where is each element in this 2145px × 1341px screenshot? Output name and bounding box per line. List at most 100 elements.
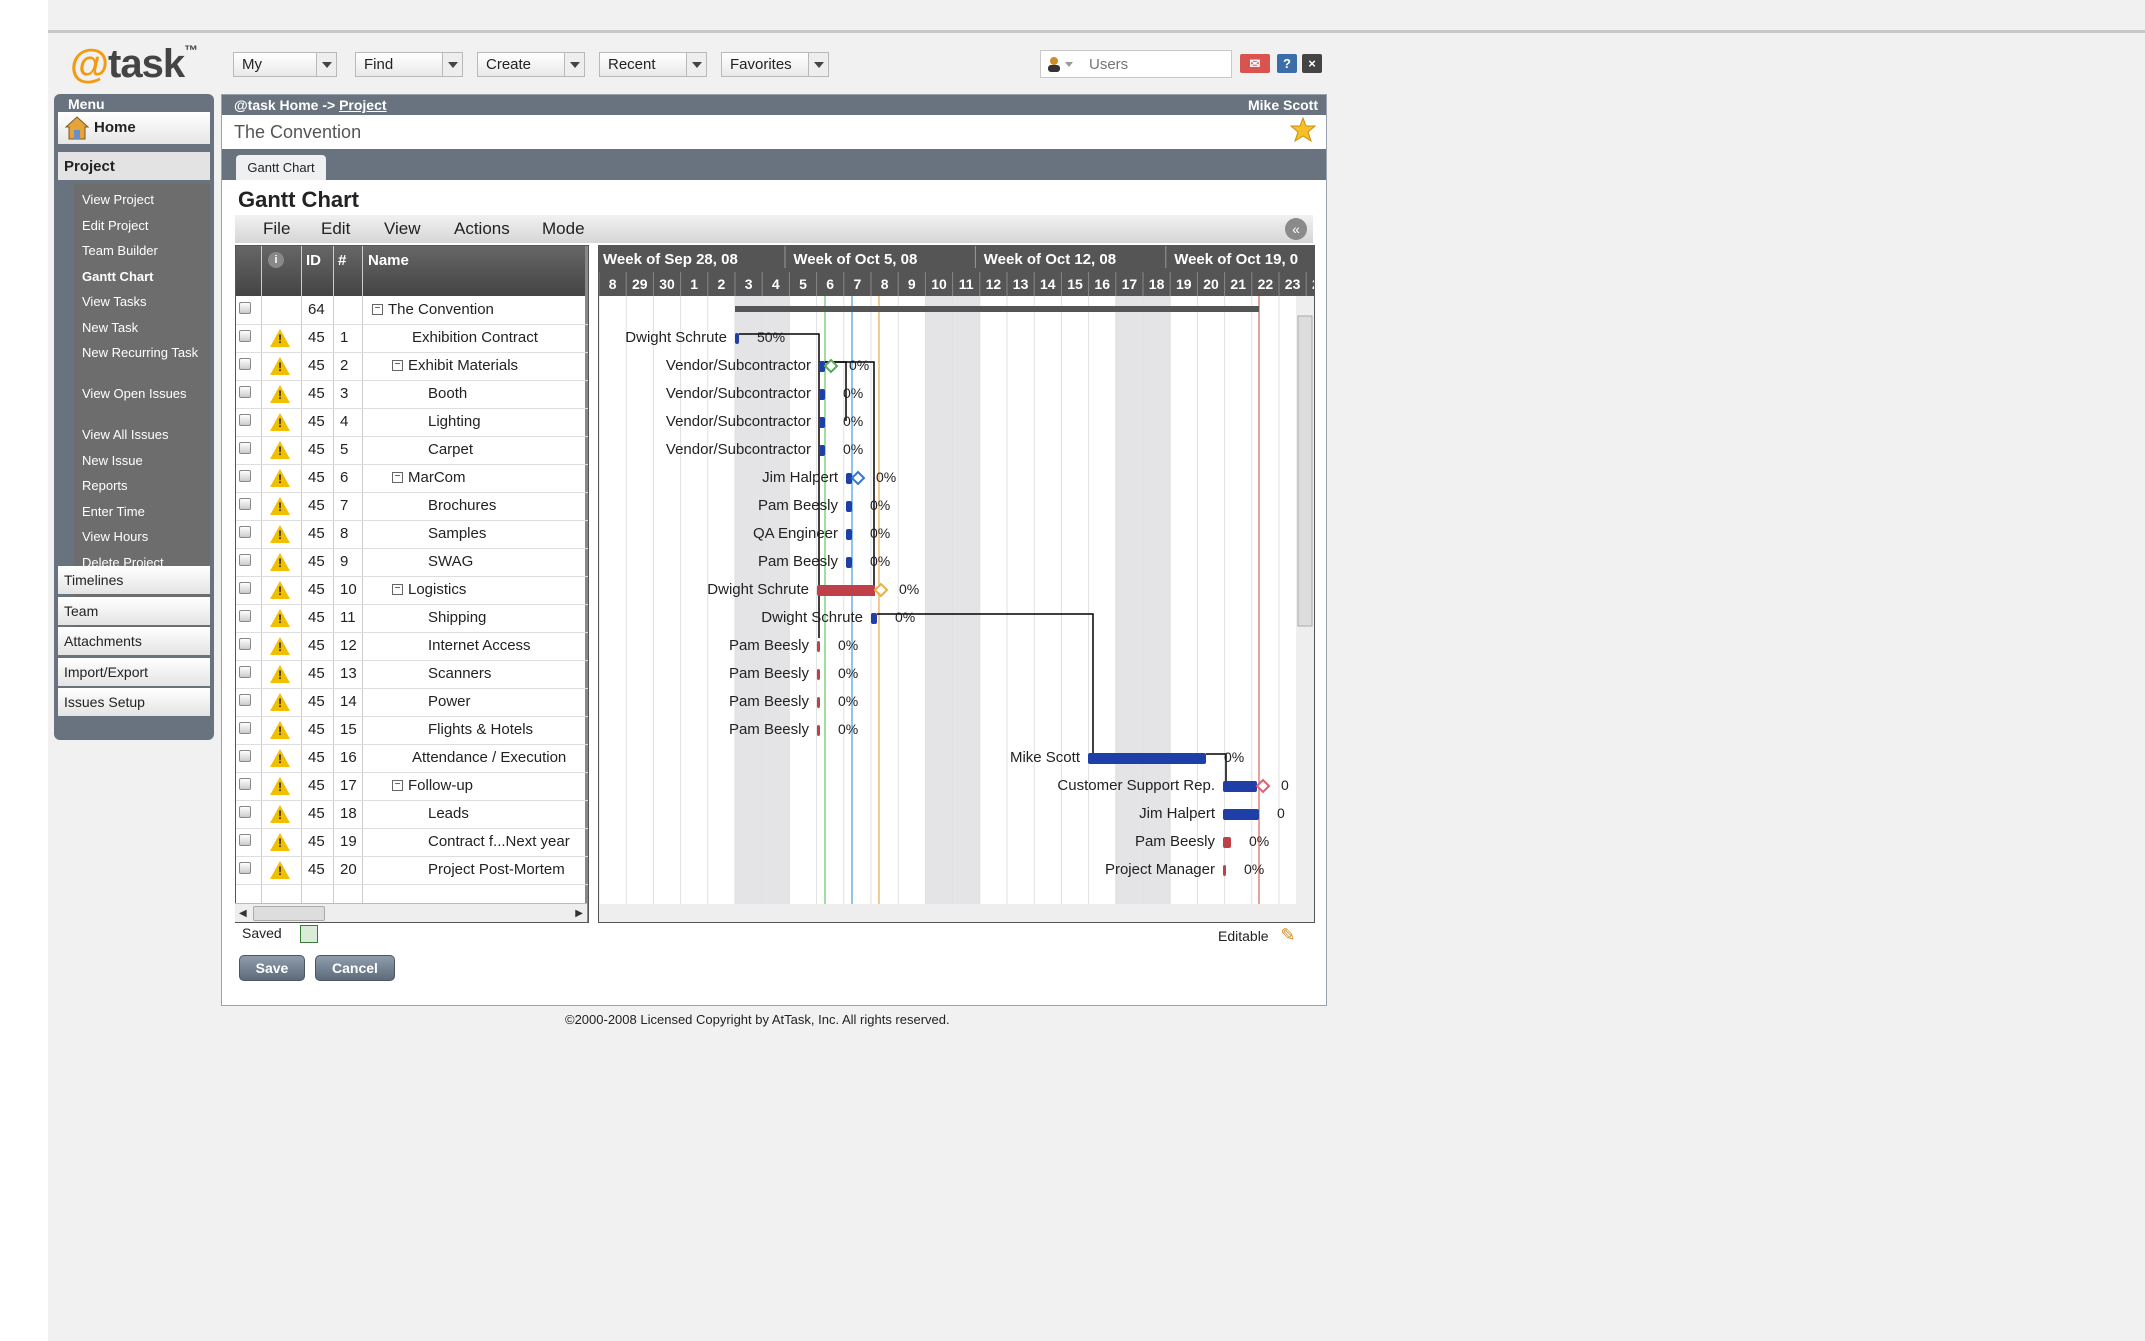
sidebar-section-import-export[interactable]: Import/Export <box>58 657 210 686</box>
warning-icon[interactable] <box>270 805 290 823</box>
grid-horizontal-scrollbar[interactable]: ◀ ▶ <box>235 903 587 922</box>
scroll-thumb[interactable] <box>253 906 325 921</box>
my-dropdown[interactable]: My <box>233 52 337 77</box>
table-row[interactable]: 45 18 Leads <box>236 800 588 829</box>
warning-icon[interactable] <box>270 581 290 599</box>
sidebar-item-enter-time[interactable]: Enter Time <box>82 504 202 519</box>
sidebar-item-view-open-issues[interactable]: View Open Issues <box>82 386 202 401</box>
chevron-down-icon[interactable] <box>808 53 828 76</box>
sidebar-item-new-task[interactable]: New Task <box>82 320 202 335</box>
warning-icon[interactable] <box>270 833 290 851</box>
warning-icon[interactable] <box>270 749 290 767</box>
tab-gantt-chart[interactable]: Gantt Chart <box>236 155 326 180</box>
table-row[interactable]: 45 4 Lighting <box>236 408 588 437</box>
menu-view[interactable]: View <box>384 219 421 239</box>
task-name[interactable]: Scanners <box>428 665 491 682</box>
task-name[interactable]: Carpet <box>428 441 473 458</box>
collapse-icon[interactable]: « <box>1285 218 1307 240</box>
scroll-right-icon[interactable]: ▶ <box>575 908 583 919</box>
task-name[interactable]: Project Post-Mortem <box>428 861 565 878</box>
row-select-checkbox[interactable] <box>239 722 251 734</box>
favorite-star-icon[interactable] <box>1290 117 1316 143</box>
collapse-toggle-icon[interactable]: − <box>392 584 403 595</box>
row-select-checkbox[interactable] <box>239 386 251 398</box>
row-select-checkbox[interactable] <box>239 302 251 314</box>
warning-icon[interactable] <box>270 497 290 515</box>
collapse-toggle-icon[interactable]: − <box>392 472 403 483</box>
task-bar[interactable] <box>871 613 877 624</box>
chevron-down-icon[interactable] <box>316 53 336 76</box>
find-dropdown[interactable]: Find <box>355 52 463 77</box>
table-row[interactable]: 45 7 Brochures <box>236 492 588 521</box>
warning-icon[interactable] <box>270 357 290 375</box>
table-row[interactable]: 45 17 −Follow-up <box>236 772 588 801</box>
current-user[interactable]: Mike Scott <box>1248 97 1318 113</box>
row-select-checkbox[interactable] <box>239 694 251 706</box>
task-name[interactable]: SWAG <box>428 553 473 570</box>
menu-mode[interactable]: Mode <box>542 219 585 239</box>
warning-icon[interactable] <box>270 553 290 571</box>
task-name[interactable]: The Convention <box>388 301 494 318</box>
collapse-toggle-icon[interactable]: − <box>392 780 403 791</box>
users-search-input[interactable] <box>1087 53 1226 75</box>
sidebar-item-edit-project[interactable]: Edit Project <box>82 218 202 233</box>
row-select-checkbox[interactable] <box>239 666 251 678</box>
close-icon[interactable]: × <box>1302 54 1322 73</box>
sidebar-item-new-recurring-task[interactable]: New Recurring Task <box>82 345 202 360</box>
column-name-header[interactable]: Name <box>368 252 409 269</box>
chevron-down-icon[interactable] <box>442 53 462 76</box>
chart-horizontal-scrollbar[interactable] <box>599 904 1296 922</box>
task-bar[interactable] <box>1223 809 1259 820</box>
task-bar[interactable] <box>1223 781 1257 792</box>
task-bar[interactable] <box>817 725 820 736</box>
table-row[interactable]: 45 6 −MarCom <box>236 464 588 493</box>
row-select-checkbox[interactable] <box>239 778 251 790</box>
warning-icon[interactable] <box>270 721 290 739</box>
warning-icon[interactable] <box>270 525 290 543</box>
task-name[interactable]: Shipping <box>428 609 486 626</box>
row-select-checkbox[interactable] <box>239 554 251 566</box>
task-bar[interactable] <box>819 417 825 428</box>
sidebar-item-view-project[interactable]: View Project <box>82 192 202 207</box>
task-bar[interactable] <box>1223 865 1226 876</box>
table-row[interactable]: 45 10 −Logistics <box>236 576 588 605</box>
task-bar[interactable] <box>817 669 820 680</box>
row-select-checkbox[interactable] <box>239 610 251 622</box>
sidebar-item-view-all-issues[interactable]: View All Issues <box>82 427 202 442</box>
warning-icon[interactable] <box>270 413 290 431</box>
task-bar[interactable] <box>817 585 875 596</box>
sidebar-section-issues-setup[interactable]: Issues Setup <box>58 688 210 716</box>
cancel-button[interactable]: Cancel <box>315 955 395 981</box>
warning-icon[interactable] <box>270 385 290 403</box>
help-icon[interactable]: ? <box>1277 54 1297 73</box>
collapse-toggle-icon[interactable]: − <box>372 304 383 315</box>
warning-icon[interactable] <box>270 637 290 655</box>
sidebar-item-gantt-chart[interactable]: Gantt Chart <box>82 269 202 284</box>
warning-icon[interactable] <box>270 329 290 347</box>
table-row[interactable]: 64 − The Convention <box>236 296 588 325</box>
row-select-checkbox[interactable] <box>239 442 251 454</box>
row-select-checkbox[interactable] <box>239 638 251 650</box>
row-select-checkbox[interactable] <box>239 806 251 818</box>
table-row[interactable]: 45 20 Project Post-Mortem <box>236 856 588 885</box>
table-row[interactable]: 45 2 −Exhibit Materials <box>236 352 588 381</box>
row-select-checkbox[interactable] <box>239 470 251 482</box>
sidebar-item-view-tasks[interactable]: View Tasks <box>82 294 202 309</box>
warning-icon[interactable] <box>270 609 290 627</box>
collapse-toggle-icon[interactable]: − <box>392 360 403 371</box>
sidebar-item-view-hours[interactable]: View Hours <box>82 529 202 544</box>
warning-icon[interactable] <box>270 441 290 459</box>
sidebar-item-team-builder[interactable]: Team Builder <box>82 243 202 258</box>
table-row[interactable]: 45 19 Contract f...Next year <box>236 828 588 857</box>
table-row[interactable]: 45 3 Booth <box>236 380 588 409</box>
task-name[interactable]: Attendance / Execution <box>412 749 566 766</box>
sidebar-item-new-issue[interactable]: New Issue <box>82 453 202 468</box>
user-icon[interactable] <box>1045 55 1063 73</box>
row-select-checkbox[interactable] <box>239 750 251 762</box>
breadcrumb-project-link[interactable]: Project <box>339 97 386 113</box>
task-name[interactable]: Leads <box>428 805 469 822</box>
sidebar-home[interactable]: Home <box>58 112 210 144</box>
breadcrumb-home[interactable]: @task Home -> <box>234 97 335 113</box>
task-name[interactable]: Brochures <box>428 497 496 514</box>
table-row[interactable]: 45 15 Flights & Hotels <box>236 716 588 745</box>
